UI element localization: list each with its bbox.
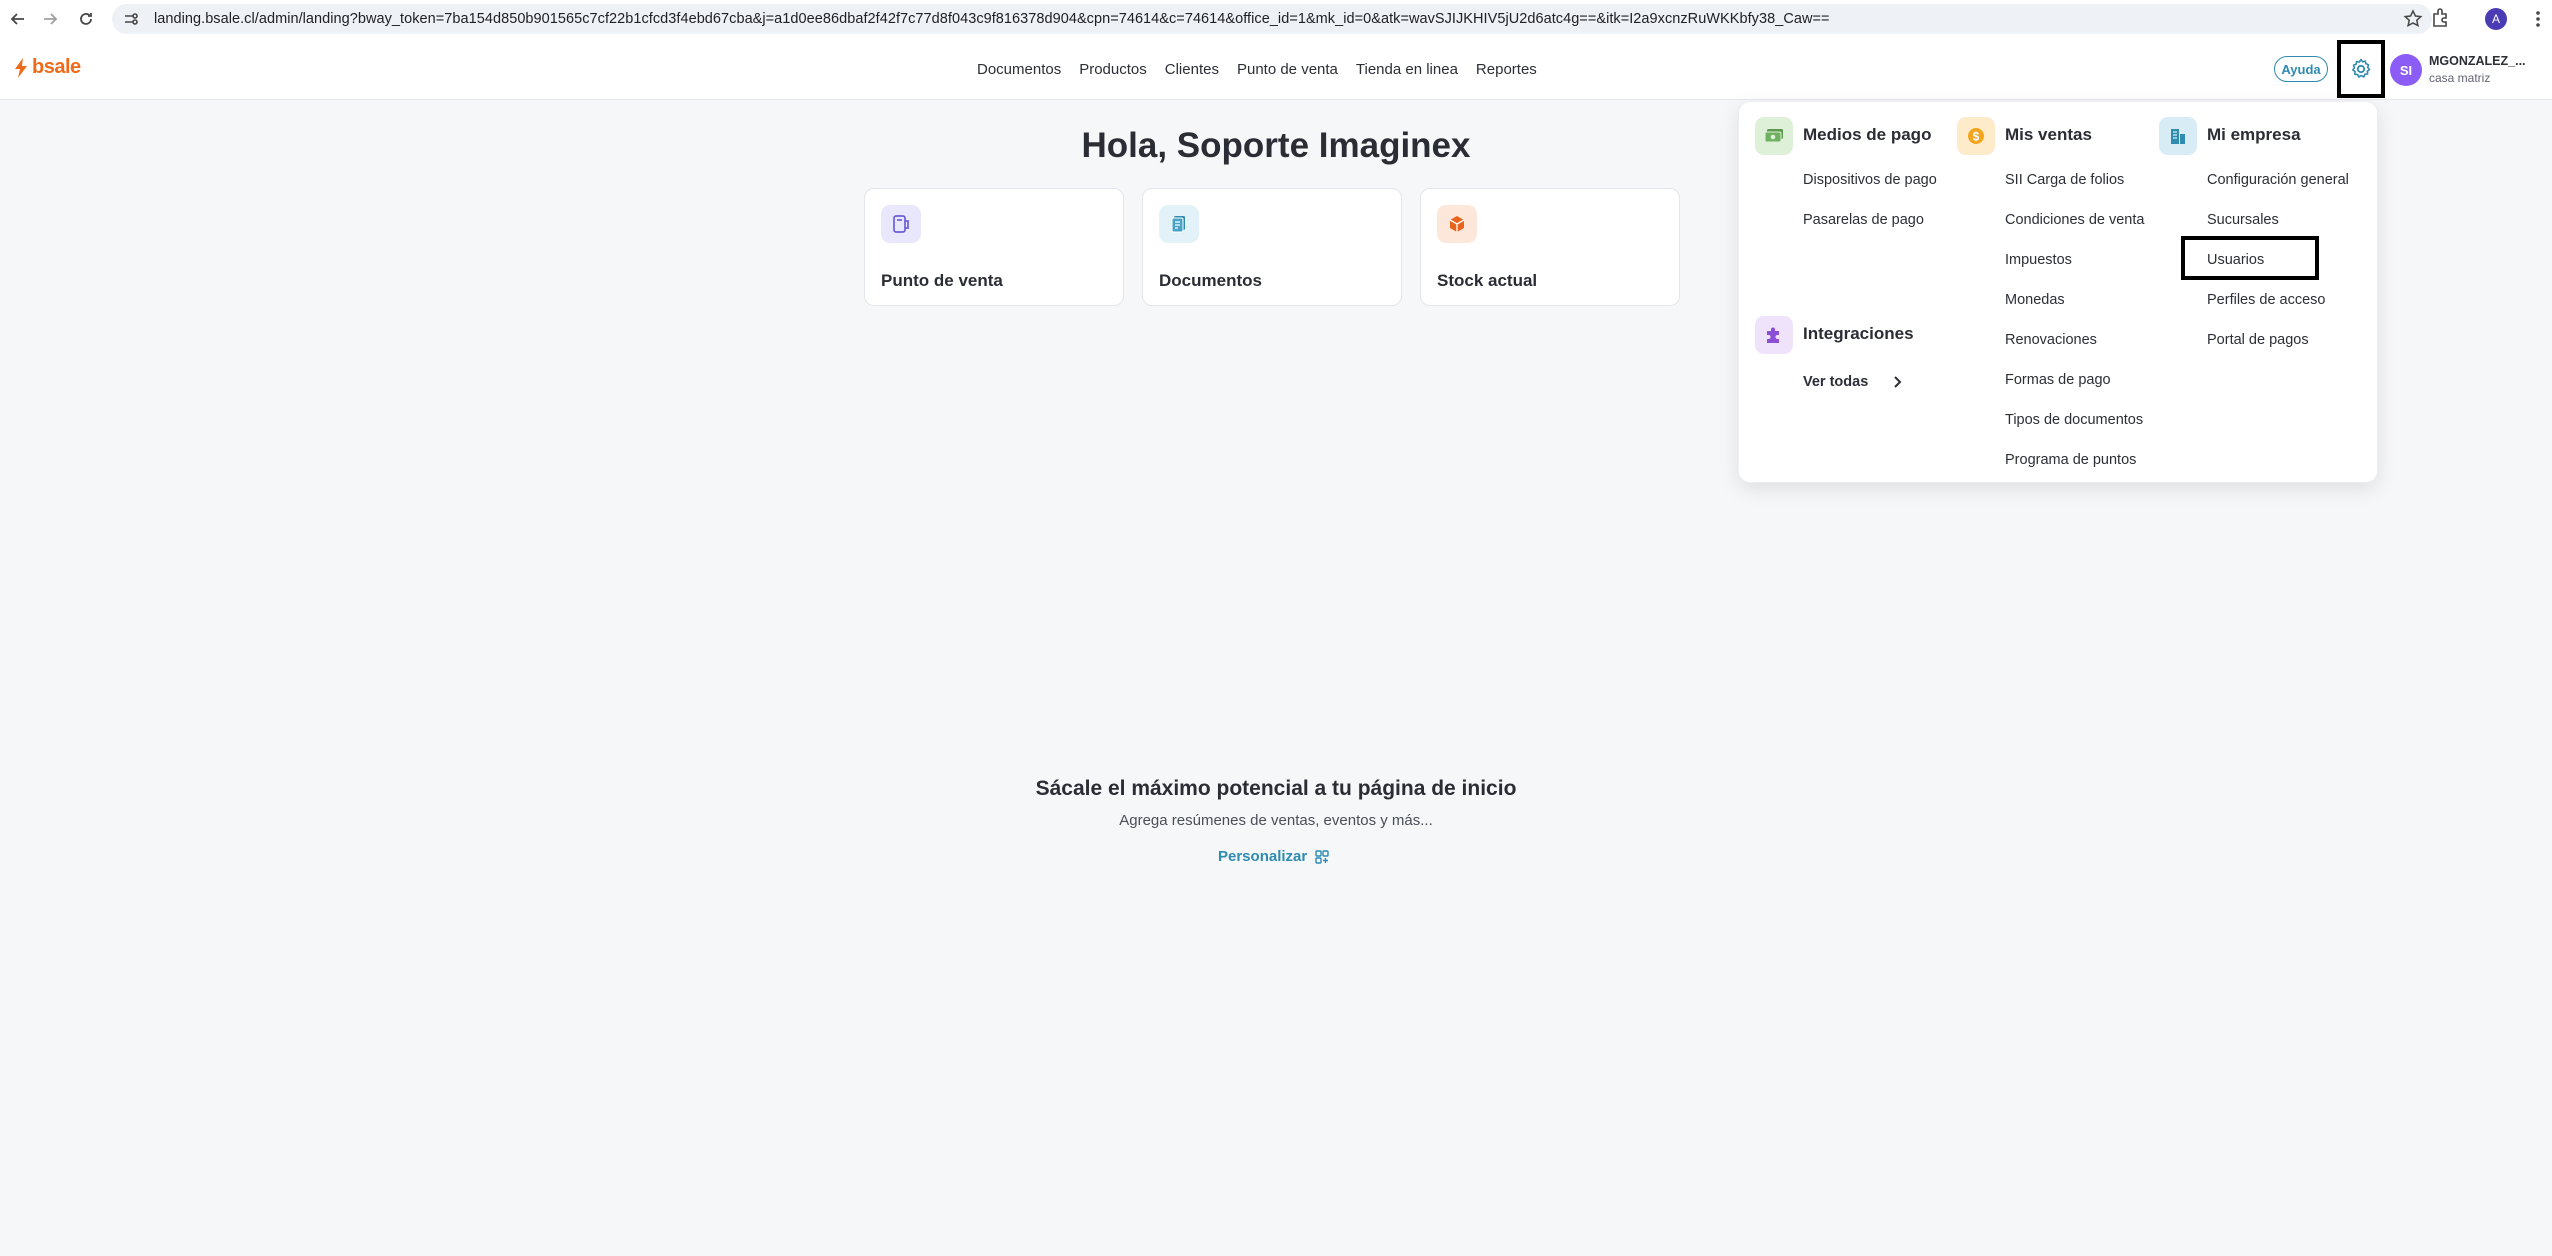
ver-todas-label: Ver todas (1803, 374, 1869, 390)
section-title-medios-de-pago: Medios de pago (1803, 125, 1932, 144)
section-title-mis-ventas: Mis ventas (2005, 125, 2092, 144)
grid-icon (1315, 849, 1329, 864)
link-formas-de-pago[interactable]: Formas de pago (2005, 372, 2111, 388)
building-icon (2159, 117, 2197, 155)
user-office: casa matriz (2429, 71, 2491, 85)
url-text[interactable]: landing.bsale.cl/admin/landing?bway_toke… (154, 11, 1830, 27)
box-icon (1437, 205, 1477, 243)
card-label: Punto de venta (881, 271, 1003, 290)
section-title-mi-empresa: Mi empresa (2207, 125, 2301, 144)
card-label: Stock actual (1437, 271, 1538, 290)
coin-icon: $ (1957, 117, 1995, 155)
personalize-button[interactable]: Personalizar (1218, 848, 1329, 865)
usuarios-highlight (2181, 236, 2319, 280)
link-sii-carga-de-folios[interactable]: SII Carga de folios (2005, 172, 2124, 188)
pos-icon (881, 205, 921, 243)
reload-icon (80, 13, 92, 25)
browser-menu-icon[interactable] (2528, 8, 2548, 30)
forward-button[interactable] (36, 5, 64, 33)
link-configuracion-general[interactable]: Configuración general (2207, 172, 2349, 188)
settings-button[interactable] (2337, 40, 2385, 98)
card-documentos[interactable]: Documentos (1142, 188, 1402, 306)
cash-icon (1755, 117, 1793, 155)
link-sucursales[interactable]: Sucursales (2207, 212, 2279, 228)
link-tipos-de-documentos[interactable]: Tipos de documentos (2005, 412, 2143, 428)
help-button[interactable]: Ayuda (2274, 56, 2328, 82)
arrow-right-icon (44, 13, 58, 25)
bsale-bolt-icon (15, 57, 27, 78)
user-avatar[interactable]: SI (2390, 54, 2422, 86)
logo-text: bsale (32, 56, 81, 78)
personalize-label: Personalizar (1218, 848, 1308, 865)
address-bar[interactable]: landing.bsale.cl/admin/landing?bway_toke… (112, 4, 2432, 34)
promo-title: Sácale el máximo potencial a tu página d… (1035, 777, 1517, 800)
site-info-icon[interactable] (118, 6, 144, 32)
reload-button[interactable] (72, 5, 100, 33)
link-renovaciones[interactable]: Renovaciones (2005, 332, 2097, 348)
back-button[interactable] (4, 5, 32, 33)
chevron-right-icon (1894, 376, 1902, 388)
settings-dropdown: Medios de pago Dispositivos de pago Pasa… (1738, 101, 2378, 483)
main-nav: Documentos Productos Clientes Punto de v… (977, 38, 1555, 100)
user-name[interactable]: MGONZALEZ_... (2429, 54, 2526, 68)
bsale-logo[interactable]: bsale (14, 56, 81, 79)
link-dispositivos-de-pago[interactable]: Dispositivos de pago (1803, 172, 1937, 188)
extensions-icon[interactable] (2428, 6, 2452, 30)
link-pasarelas-de-pago[interactable]: Pasarelas de pago (1803, 212, 1924, 228)
gear-icon (2352, 58, 2371, 78)
svg-text:$: $ (1973, 130, 1980, 144)
card-stock-actual[interactable]: Stock actual (1420, 188, 1680, 306)
link-portal-de-pagos[interactable]: Portal de pagos (2207, 332, 2309, 348)
nav-productos[interactable]: Productos (1079, 61, 1147, 78)
link-monedas[interactable]: Monedas (2005, 292, 2065, 308)
app-header: bsale Documentos Productos Clientes Punt… (0, 38, 2552, 100)
bookmark-star-icon[interactable] (2402, 8, 2424, 30)
nav-documentos[interactable]: Documentos (977, 61, 1061, 78)
link-condiciones-de-venta[interactable]: Condiciones de venta (2005, 212, 2144, 228)
link-ver-todas[interactable]: Ver todas (1803, 374, 1902, 390)
document-icon (1159, 205, 1199, 243)
section-title-integraciones: Integraciones (1803, 324, 1914, 343)
link-programa-de-puntos[interactable]: Programa de puntos (2005, 452, 2136, 468)
browser-toolbar: landing.bsale.cl/admin/landing?bway_toke… (0, 0, 2552, 38)
puzzle-icon (1755, 316, 1793, 354)
arrow-left-icon (10, 13, 24, 25)
card-label: Documentos (1159, 271, 1262, 290)
promo-subtitle: Agrega resúmenes de ventas, eventos y má… (1119, 812, 1433, 829)
link-impuestos[interactable]: Impuestos (2005, 252, 2072, 268)
browser-profile-avatar[interactable]: A (2485, 8, 2507, 30)
nav-clientes[interactable]: Clientes (1165, 61, 1219, 78)
link-perfiles-de-acceso[interactable]: Perfiles de acceso (2207, 292, 2325, 308)
nav-tienda-en-linea[interactable]: Tienda en linea (1356, 61, 1458, 78)
nav-reportes[interactable]: Reportes (1476, 61, 1537, 78)
nav-punto-de-venta[interactable]: Punto de venta (1237, 61, 1338, 78)
card-punto-de-venta[interactable]: Punto de venta (864, 188, 1124, 306)
